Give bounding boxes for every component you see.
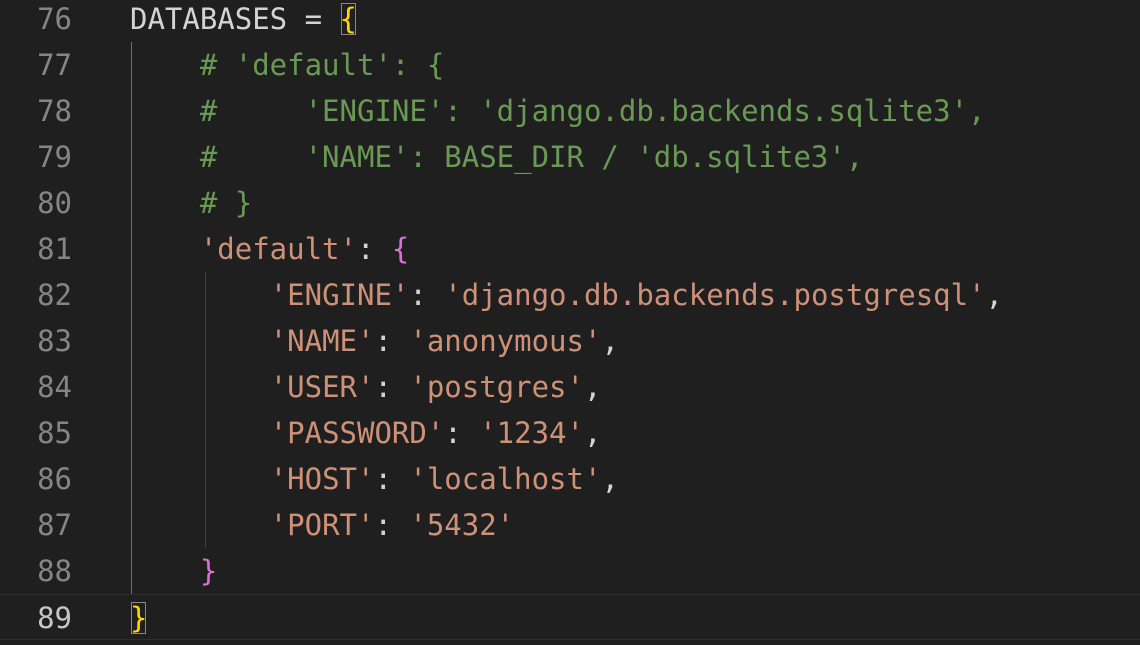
code-line[interactable]: 76 DATABASES = { — [0, 0, 1140, 42]
code-line[interactable]: 80 # } — [0, 180, 1140, 226]
code-text[interactable]: 'NAME': 'anonymous', — [130, 318, 619, 364]
code-text[interactable]: 'USER': 'postgres', — [130, 364, 602, 410]
line-number: 89 — [37, 601, 72, 635]
code-token: # 'ENGINE': 'django.db.backends.sqlite3'… — [199, 94, 986, 128]
code-token: 'ENGINE' — [269, 278, 410, 312]
line-number: 78 — [37, 94, 72, 128]
code-line[interactable]: 89} — [0, 594, 1140, 640]
code-token: 'default' — [199, 232, 357, 266]
code-token: , — [601, 324, 619, 358]
code-token: , — [583, 416, 602, 450]
code-text[interactable]: # 'default': { — [130, 42, 444, 88]
code-line[interactable]: 79 # 'NAME': BASE_DIR / 'db.sqlite3', — [0, 134, 1140, 180]
code-token: '5432' — [409, 508, 515, 542]
code-token: # 'NAME': BASE_DIR / 'db.sqlite3', — [199, 140, 864, 174]
code-token: 'django.db.backends.postgresql' — [444, 278, 986, 312]
code-text[interactable]: # } — [130, 180, 252, 226]
code-token: 'HOST' — [269, 462, 375, 496]
code-token: 'USER' — [269, 370, 375, 404]
code-token: } — [130, 601, 148, 635]
code-line[interactable]: 81 'default': { — [0, 226, 1140, 272]
code-line[interactable]: 83 'NAME': 'anonymous', — [0, 318, 1140, 364]
code-token: } — [199, 554, 218, 588]
code-token: '1234' — [479, 416, 584, 450]
code-token: # 'default': { — [199, 48, 445, 82]
code-line[interactable]: 88 } — [0, 548, 1140, 594]
code-token: : — [374, 324, 410, 358]
code-token: 'localhost' — [409, 462, 602, 496]
code-token: : — [374, 508, 410, 542]
code-token: DATABASES — [130, 2, 288, 36]
code-token: : — [374, 462, 410, 496]
code-token: : — [374, 370, 410, 404]
code-token: , — [985, 278, 1004, 312]
code-token: , — [601, 462, 619, 496]
code-line[interactable]: 84 'USER': 'postgres', — [0, 364, 1140, 410]
line-number: 80 — [37, 186, 72, 220]
code-line[interactable]: 85 'PASSWORD': '1234', — [0, 410, 1140, 456]
code-text[interactable]: 'ENGINE': 'django.db.backends.postgresql… — [130, 272, 1003, 318]
line-number: 79 — [37, 140, 72, 174]
code-token: = — [287, 2, 340, 36]
code-text[interactable]: # 'ENGINE': 'django.db.backends.sqlite3'… — [130, 88, 986, 134]
line-number: 84 — [37, 370, 72, 404]
code-line[interactable]: 82 'ENGINE': 'django.db.backends.postgre… — [0, 272, 1140, 318]
code-editor[interactable]: 76 DATABASES = {77 # 'default': {78 # 'EN… — [0, 0, 1140, 645]
code-text[interactable]: } — [130, 548, 217, 594]
code-token: { — [391, 232, 410, 266]
code-line[interactable]: 78 # 'ENGINE': 'django.db.backends.sqlit… — [0, 88, 1140, 134]
line-number: 83 — [37, 324, 72, 358]
line-number: 76 — [37, 2, 72, 36]
code-text[interactable]: 'PASSWORD': '1234', — [130, 410, 602, 456]
code-token: , — [583, 370, 602, 404]
line-number: 85 — [37, 416, 72, 450]
code-token: : — [356, 232, 392, 266]
code-text[interactable]: 'PORT': '5432' — [130, 502, 514, 548]
code-token: : — [409, 278, 445, 312]
code-line[interactable]: 86 'HOST': 'localhost', — [0, 456, 1140, 502]
line-number: 86 — [37, 462, 72, 496]
code-token: : — [444, 416, 480, 450]
code-text[interactable]: } — [130, 595, 147, 641]
code-token: # } — [199, 186, 253, 220]
code-text[interactable]: 'default': { — [130, 226, 410, 272]
code-text[interactable]: 'HOST': 'localhost', — [130, 456, 619, 502]
code-token: 'PASSWORD' — [269, 416, 445, 450]
line-number: 82 — [37, 278, 72, 312]
code-token: 'postgres' — [409, 370, 584, 404]
code-text[interactable]: DATABASES = { — [130, 0, 357, 42]
line-number: 87 — [37, 508, 72, 542]
code-token: 'PORT' — [269, 508, 375, 542]
code-line[interactable]: 77 # 'default': { — [0, 42, 1140, 88]
code-token: 'NAME' — [269, 324, 375, 358]
line-number: 77 — [37, 48, 72, 82]
line-number: 88 — [37, 554, 72, 588]
code-token: 'anonymous' — [409, 324, 602, 358]
code-line[interactable]: 87 'PORT': '5432' — [0, 502, 1140, 548]
code-text[interactable]: # 'NAME': BASE_DIR / 'db.sqlite3', — [130, 134, 863, 180]
line-number: 81 — [37, 232, 72, 266]
code-token: { — [339, 2, 357, 36]
